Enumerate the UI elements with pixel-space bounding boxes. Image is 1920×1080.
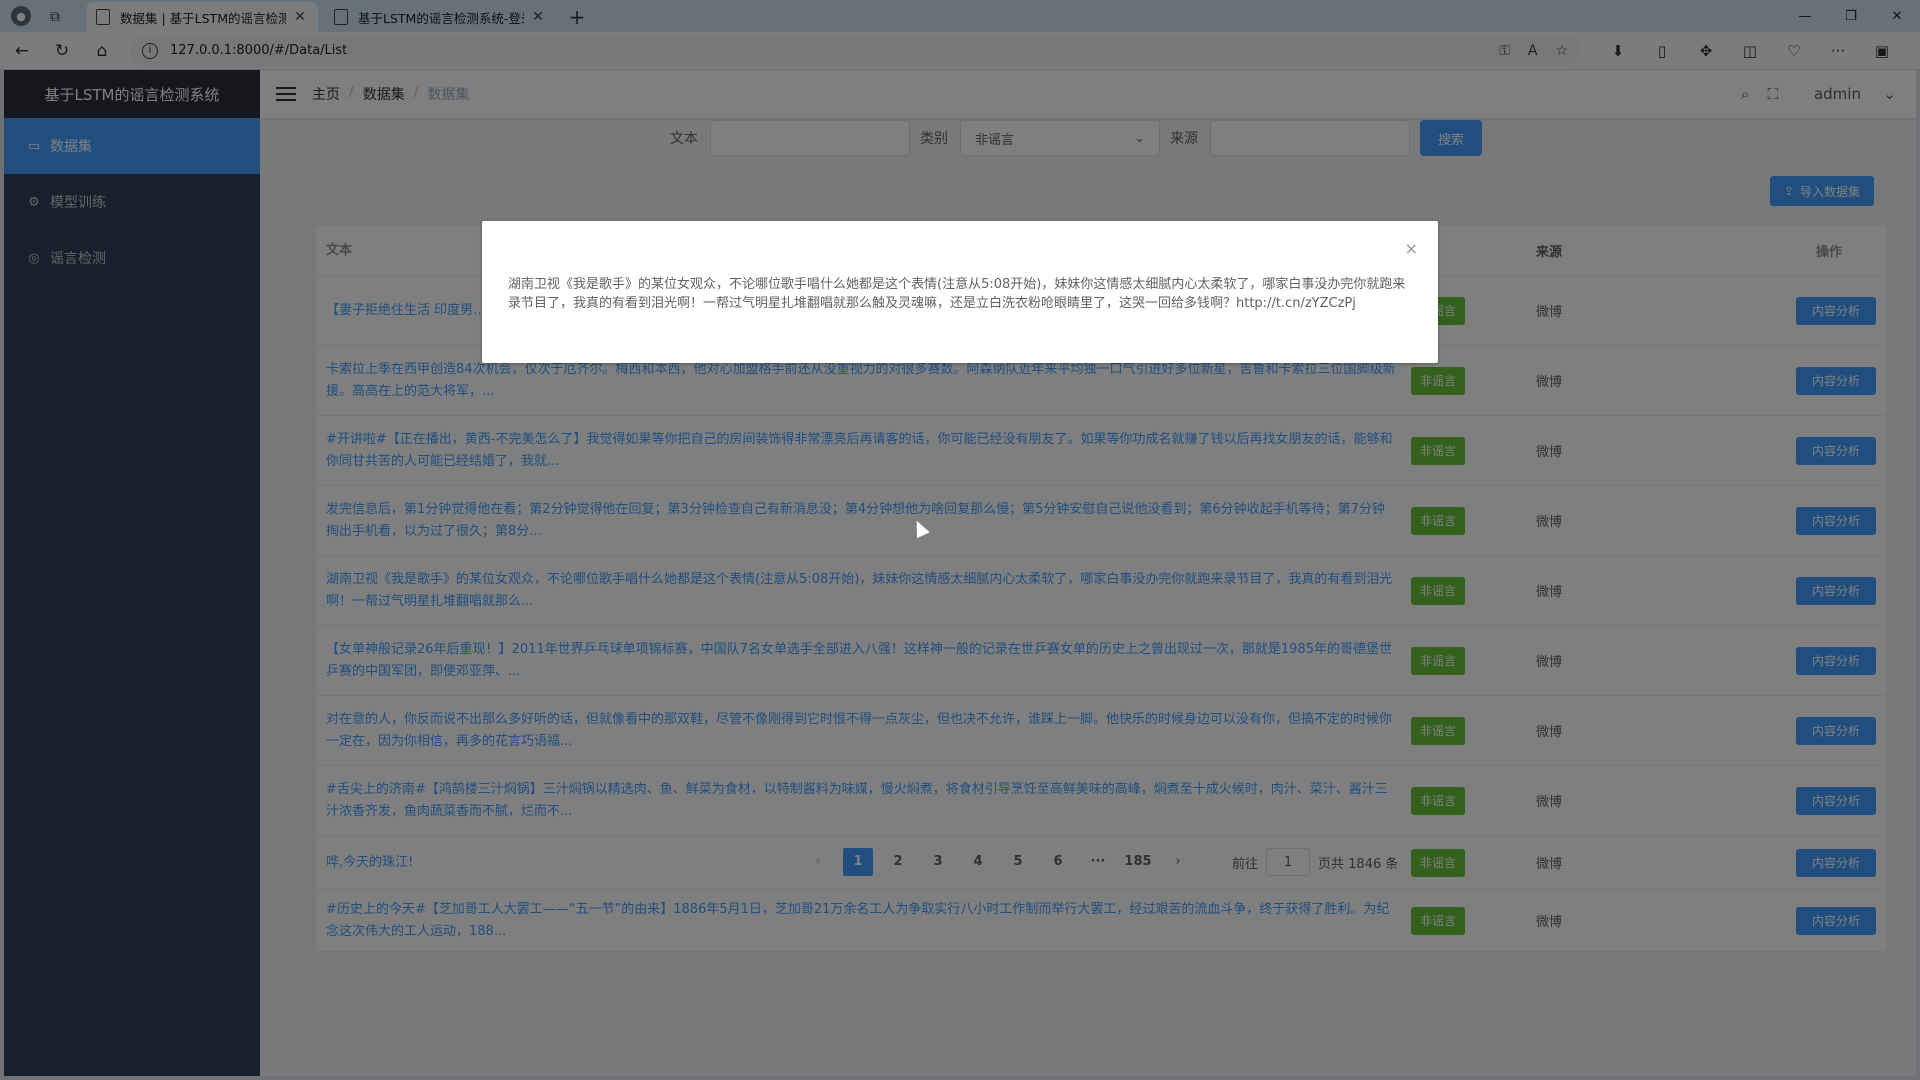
content-dialog: × 湖南卫视《我是歌手》的某位女观众，不论哪位歌手唱什么她都是这个表情(注意从5… [482,221,1438,363]
modal-mask[interactable] [0,0,1920,1080]
close-icon[interactable]: × [1405,239,1418,258]
dialog-body: 湖南卫视《我是歌手》的某位女观众，不论哪位歌手唱什么她都是这个表情(注意从5:0… [508,277,1406,311]
